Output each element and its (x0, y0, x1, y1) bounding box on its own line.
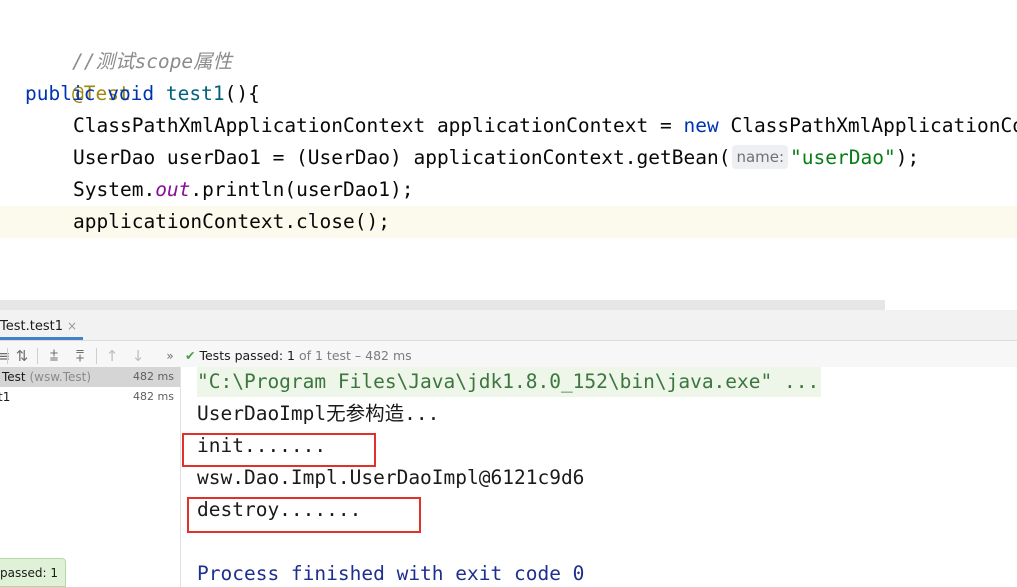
code-line-println[interactable]: System.out.println(userDao1); (73, 174, 413, 206)
code-line-annotation[interactable]: @Test (25, 46, 131, 105)
toolbar-divider (37, 348, 38, 364)
code-text: System. (73, 178, 156, 201)
code-line-comment[interactable]: //测试scope属性 (25, 14, 232, 73)
method-paren: (){ (224, 82, 260, 105)
summary-count: 1 (287, 348, 295, 363)
code-line-context[interactable]: ClassPathXmlApplicationContext applicati… (73, 110, 1017, 142)
code-text: UserDao userDao1 = (UserDao) application… (73, 146, 731, 169)
more-icon[interactable]: » (160, 346, 180, 366)
code-text: applicationContext = (425, 114, 684, 137)
tree-row-package: (wsw.Test) (29, 370, 92, 384)
tests-summary: ✔ Tests passed: 1 of 1 test – 482 ms (185, 346, 412, 366)
tree-row-test-class[interactable]: Test (wsw.Test) 482 ms (0, 367, 180, 387)
run-tab-test1[interactable]: Test.test1 × (0, 313, 84, 340)
tests-passed-notification[interactable]: passed: 1 (0, 558, 66, 587)
console-line: UserDaoImpl无参构造... (197, 402, 440, 425)
code-line-getbean[interactable]: UserDao userDao1 = (UserDao) application… (73, 142, 919, 174)
string-literal: "userDao" (790, 146, 896, 169)
code-line-method-signature[interactable]: public void test1(){ (25, 78, 260, 110)
code-line-close-current[interactable]: applicationContext.close(); (0, 206, 1017, 238)
code-editor[interactable]: //测试scope属性 @Test public void test1(){ C… (0, 0, 1017, 300)
next-failed-icon[interactable]: ↓ (128, 346, 148, 366)
horizontal-scrollbar[interactable] (0, 300, 885, 310)
code-text: ); (895, 146, 920, 169)
code-text: applicationContext.close(); (73, 210, 390, 233)
sort-icon[interactable]: ⇅ (12, 346, 32, 366)
console-line-command: "C:\Program Files\Java\jdk1.8.0_152\bin\… (197, 367, 822, 397)
code-line-closing-brace[interactable]: } (25, 270, 84, 300)
summary-prefix: Tests passed: (199, 348, 284, 363)
console-line-exit: Process finished with exit code 0 (197, 562, 585, 585)
keyword-public: public (25, 82, 96, 105)
console-line: wsw.Dao.Impl.UserDaoImpl@6121c9d6 (197, 466, 585, 489)
keyword-new: new (683, 114, 719, 137)
tree-row-label: t1 (0, 390, 11, 404)
highlight-box-init (182, 433, 376, 467)
tree-row-time: 482 ms (133, 390, 174, 403)
parameter-hint: name: (732, 145, 789, 169)
run-tab-label: Test.test1 (0, 319, 63, 334)
highlight-box-destroy (187, 497, 421, 533)
expand-all-icon[interactable]: ⩲ (44, 346, 64, 366)
keyword-void: void (107, 82, 155, 105)
toolbar-divider (7, 348, 8, 364)
run-tab-bar: Test.test1 × (0, 310, 1017, 341)
toolbar-divider (96, 348, 97, 364)
code-text: ClassPathXmlApplicationContext( (730, 114, 1017, 137)
type-name: ClassPathXmlApplicationContext (73, 114, 426, 137)
tree-row-time: 482 ms (133, 370, 174, 383)
summary-suffix: of 1 test – 482 ms (298, 348, 412, 363)
static-field: out (155, 178, 191, 201)
close-icon[interactable]: × (67, 319, 77, 333)
collapse-all-icon[interactable]: ⩱ (70, 346, 90, 366)
run-tool-window: Test.test1 × ≡ ⇅ ⩲ ⩱ ↑ ↓ » ✔ Tests passed:… (0, 310, 1017, 587)
notification-text: passed: 1 (0, 566, 58, 580)
check-icon: ✔ (185, 348, 196, 363)
method-name: test1 (165, 82, 225, 105)
tree-row-label: Test (2, 370, 26, 384)
code-text: .println(userDao1); (190, 178, 414, 201)
test-results-tree: Test (wsw.Test) 482 ms t1 482 ms (0, 367, 181, 587)
tree-row-test-method[interactable]: t1 482 ms (0, 387, 180, 407)
console-output[interactable]: "C:\Program Files\Java\jdk1.8.0_152\bin\… (181, 367, 1017, 587)
previous-failed-icon[interactable]: ↑ (102, 346, 122, 366)
